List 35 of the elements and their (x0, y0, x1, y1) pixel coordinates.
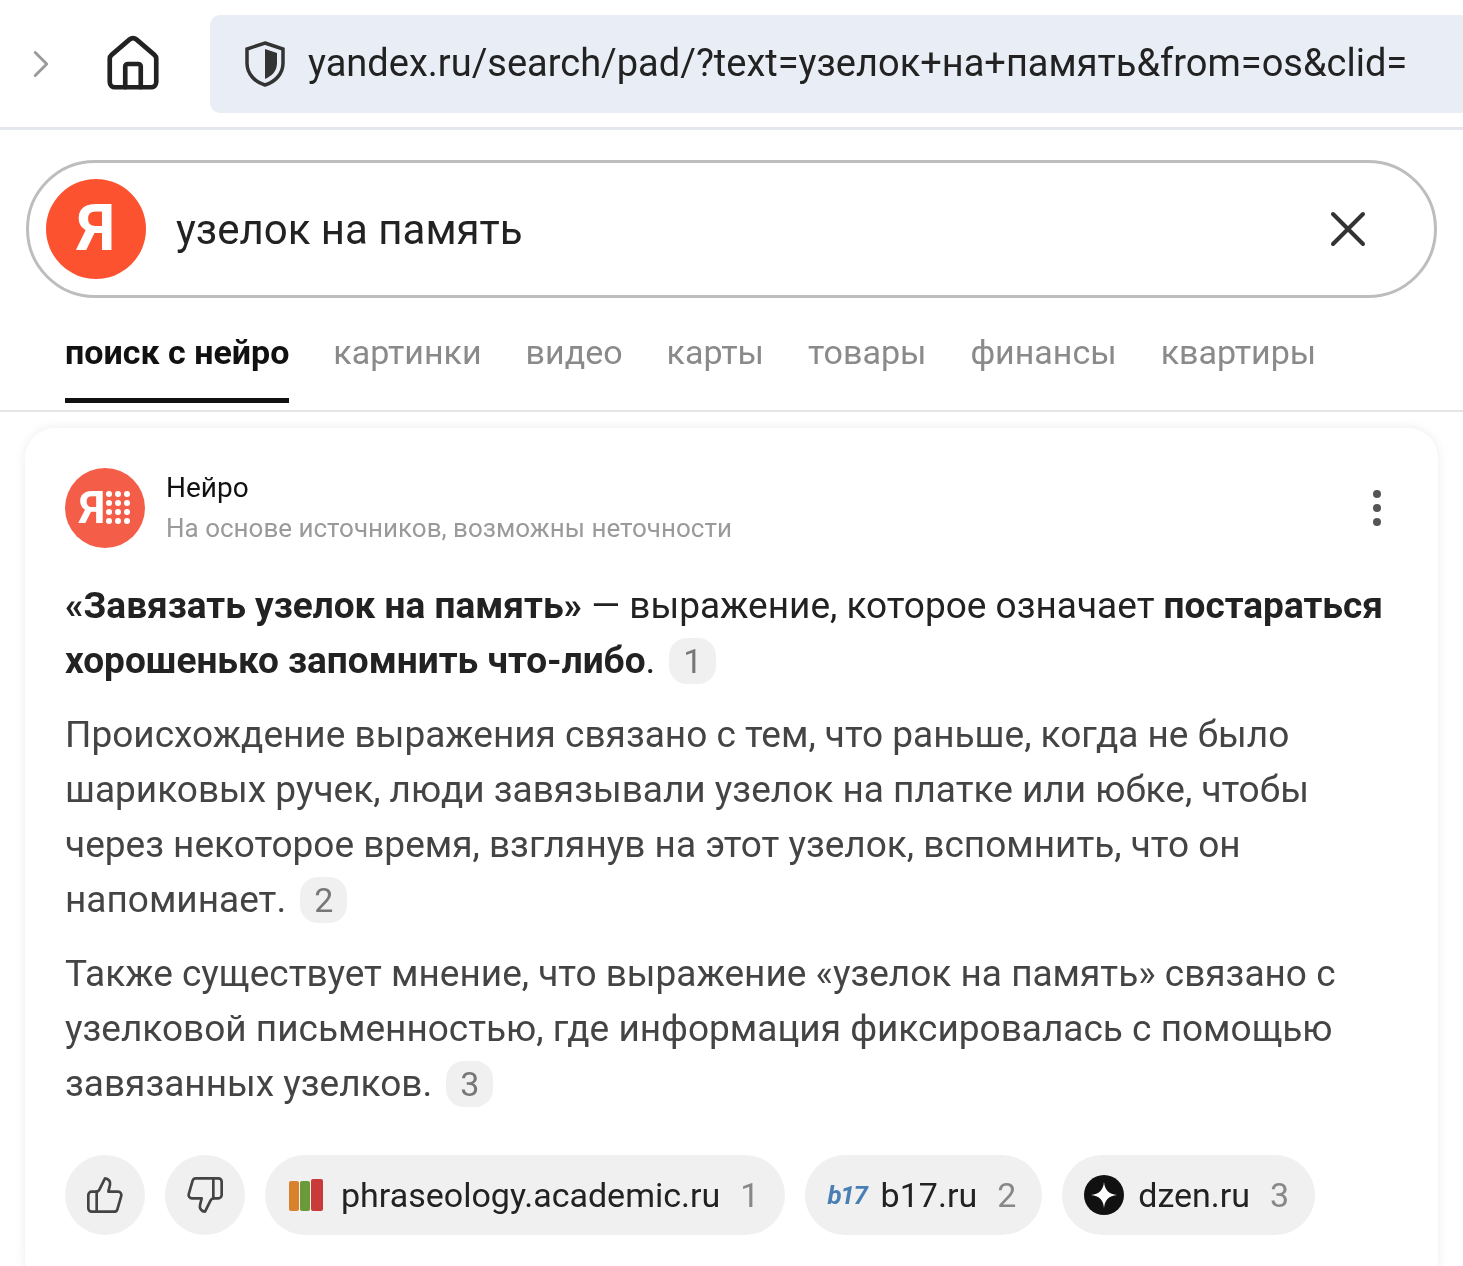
search-tab[interactable]: финансы (970, 328, 1117, 403)
search-query: узелок на память (176, 203, 524, 256)
search-tab[interactable]: товары (807, 328, 927, 403)
search-field[interactable]: Я узелок на память (26, 160, 1437, 298)
source-chip[interactable]: dzen.ru 3 (1062, 1155, 1316, 1235)
source-title: Нейро (166, 470, 250, 506)
thumbs-up-icon (85, 1175, 125, 1215)
source-domain: dzen.ru (1138, 1173, 1251, 1217)
citation-badge[interactable]: 2 (300, 877, 348, 923)
search-tab[interactable]: видео (525, 328, 623, 403)
source-domain: phraseology.academic.ru (341, 1173, 721, 1217)
disclaimer-text: На основе источников, возможны неточности (166, 512, 733, 545)
answer-paragraph: Происхождение выражения связано с тем, что раньше, когда не было шариковых ручек, люди завязывали узелок на платке или юбке, чтобы через некоторое время, взглянув на этот узелок, вспомнить, что он напоминает. 2 (65, 712, 1310, 925)
source-chip[interactable]: b17 b17.ru 2 (805, 1155, 1043, 1235)
citation-badge[interactable]: 3 (446, 1061, 494, 1107)
source-domain: b17.ru (880, 1173, 978, 1217)
source-number: 2 (997, 1173, 1017, 1217)
more-icon[interactable] (1372, 489, 1382, 527)
source-number: 3 (1270, 1173, 1290, 1217)
source-number: 1 (740, 1173, 760, 1217)
search-tab[interactable]: поиск с нейро (65, 328, 290, 403)
citation-badge[interactable]: 1 (669, 638, 717, 684)
source-chip[interactable]: phraseology.academic.ru 1 (265, 1155, 786, 1235)
site-logo: b17 (827, 1182, 867, 1208)
answer-paragraph: Также существует мнение, что выражение «узелок на память» связано с узелковой письменностью, где информация фиксировалась с помощью завязанных узелков. 3 (65, 951, 1337, 1109)
thumbs-down-icon (185, 1175, 225, 1215)
address-bar[interactable]: yandex.ru/search/pad/?text=узелок+на+память&from=os&clid= (210, 14, 1463, 113)
neuro-logo: Я (65, 468, 145, 548)
answer-paragraph: «Завязать узелок на память» — выражение, которое означает постараться хорошенько запомнить что-либо. 1 (65, 583, 1384, 686)
url-text: yandex.ru/search/pad/?text=узелок+на+память&from=os&clid= (308, 40, 1408, 87)
yandex-logo: Я (46, 179, 146, 279)
search-tab[interactable]: картинки (333, 328, 482, 403)
search-tab[interactable]: квартиры (1160, 328, 1317, 403)
shield-icon (244, 40, 286, 87)
search-tab[interactable]: карты (666, 328, 764, 403)
